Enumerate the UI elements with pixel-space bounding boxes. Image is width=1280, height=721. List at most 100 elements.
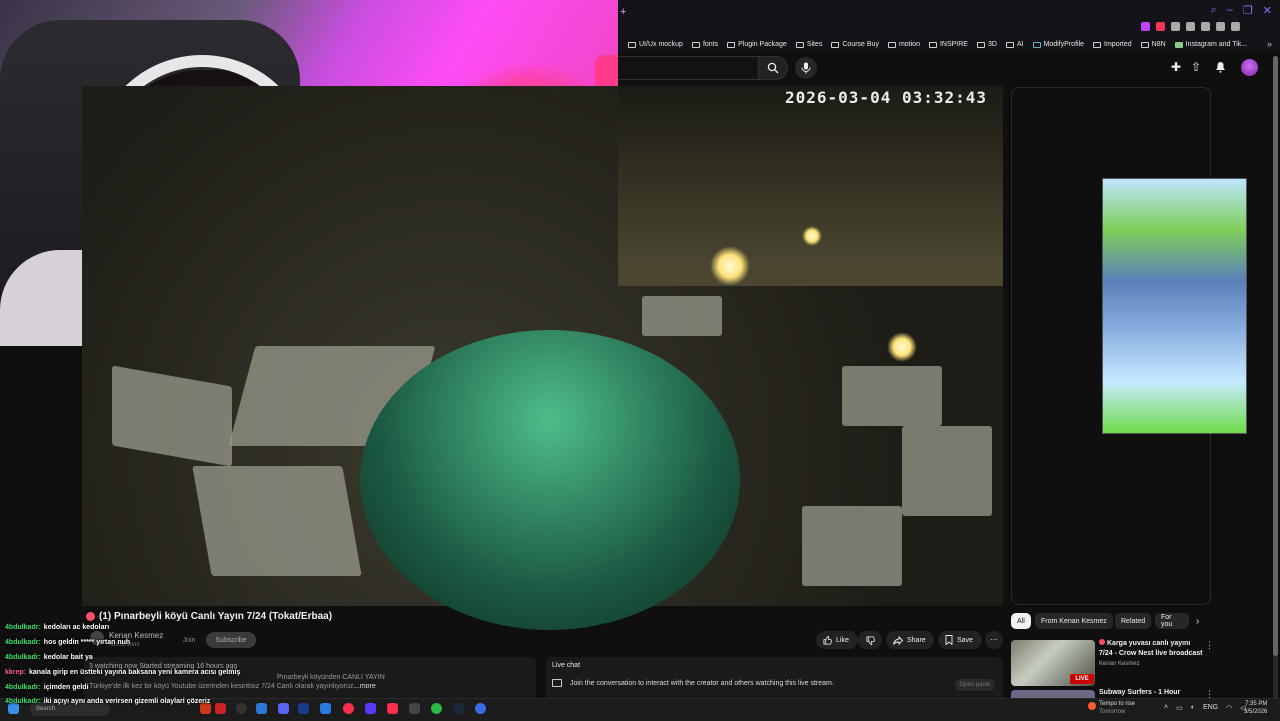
opera-icon[interactable]: [343, 703, 354, 714]
dislike-button[interactable]: [858, 631, 882, 649]
extension-icon[interactable]: [1141, 22, 1150, 31]
account-avatar[interactable]: [1241, 59, 1258, 76]
extension-icon[interactable]: [1186, 22, 1195, 31]
folder-icon: [1093, 41, 1102, 48]
description-line: Türkiye'de ilk kez bir köyü Youtube üzer…: [89, 683, 356, 690]
search-button[interactable]: [758, 56, 788, 80]
search-tabs-icon[interactable]: ⌕: [1211, 4, 1217, 17]
whatsapp-icon[interactable]: [431, 703, 442, 714]
site-icon: [1032, 41, 1041, 48]
description-line: Pınarbeyli köyünden CANLI YAYIN: [277, 674, 385, 681]
related-video-title[interactable]: Karga yuvası canlı yayını 7/24 - Crow Ne…: [1099, 639, 1203, 659]
app-icon[interactable]: [409, 703, 420, 714]
folder-icon: [928, 41, 937, 48]
join-button[interactable]: Join: [178, 633, 200, 647]
app-icon[interactable]: [215, 703, 226, 714]
new-tab-button[interactable]: +: [620, 6, 626, 18]
puzzle-icon[interactable]: [1201, 22, 1210, 31]
site-icon: [1174, 41, 1183, 48]
thumbs-down-icon: [865, 635, 875, 645]
upload-icon[interactable]: ⇧: [1189, 60, 1203, 74]
open-panel-button[interactable]: Open panel: [955, 679, 995, 691]
system-tray: ˄ ▭ ◐ ENG ◠ ◁: [1164, 704, 1246, 712]
related-video-channel[interactable]: Kenan Kesmez: [1099, 661, 1140, 667]
tray-icon[interactable]: ▭: [1176, 704, 1183, 712]
bookmark-modifyprofile[interactable]: ModifyProfile: [1032, 41, 1084, 48]
bookmark-imported[interactable]: Imported: [1093, 41, 1132, 48]
bookmark-course-buy[interactable]: Course Buy: [831, 41, 879, 48]
bookmark-uiux[interactable]: UI/Ux mockup: [628, 41, 683, 48]
chevron-right-icon[interactable]: ›: [1196, 616, 1199, 627]
system-clock[interactable]: 7:35 PM 3/5/2026: [1244, 700, 1267, 716]
extension-icon[interactable]: [1156, 22, 1165, 31]
video-title: (1) Pınarbeyli köyü Canlı Yayın 7/24 (To…: [86, 611, 332, 622]
app-icon[interactable]: [387, 703, 398, 714]
bookmark-ai[interactable]: AI: [1005, 41, 1024, 48]
app-icon[interactable]: [365, 703, 376, 714]
folder-icon: [1140, 41, 1149, 48]
weather-icon[interactable]: [1088, 702, 1096, 710]
bookmark-fonts[interactable]: fonts: [691, 41, 718, 48]
extension-icon[interactable]: [1171, 22, 1180, 31]
show-more-link[interactable]: ...more: [354, 683, 376, 690]
related-video-title[interactable]: Subway Surfers - 1 Hour: [1099, 689, 1180, 696]
chip-related[interactable]: Related: [1115, 613, 1152, 629]
close-icon[interactable]: ✕: [1263, 4, 1272, 17]
stream-chat-message: 4bdulkadr: iki açıyı aynı anda verirsen g…: [5, 698, 211, 705]
maximize-icon[interactable]: ❐: [1243, 4, 1253, 17]
folder-icon: [831, 41, 840, 48]
bookmark-3d[interactable]: 3D: [976, 41, 997, 48]
photoshop-icon[interactable]: [298, 703, 309, 714]
weather-widget[interactable]: Tempo to rise Tomorrow: [1099, 700, 1135, 716]
more-vert-icon[interactable]: ⋮: [1205, 640, 1214, 651]
notifications-icon[interactable]: [1213, 60, 1227, 74]
create-icon[interactable]: ✚: [1169, 60, 1183, 74]
bookmark-n8n[interactable]: N8N: [1140, 41, 1166, 48]
app-icon[interactable]: [256, 703, 267, 714]
bookmark-instagram-tiktok[interactable]: Instagram and Tik...: [1174, 41, 1247, 48]
folder-icon: [887, 41, 896, 48]
chip-from-channel[interactable]: From Kenan Kesmez: [1035, 613, 1113, 629]
more-bookmarks-icon[interactable]: »: [1267, 39, 1272, 49]
wifi-icon[interactable]: ◠: [1226, 704, 1232, 712]
chevron-up-icon[interactable]: ˄: [1164, 704, 1168, 712]
window-controls: ⌕ – ❐ ✕: [1211, 4, 1272, 17]
chip-all[interactable]: All: [1011, 613, 1031, 629]
app-icon[interactable]: [320, 703, 331, 714]
search-input[interactable]: [618, 56, 759, 80]
bookmark-motion[interactable]: motion: [887, 41, 920, 48]
steam-icon[interactable]: [453, 703, 464, 714]
like-button[interactable]: Like: [816, 631, 858, 649]
app-icon[interactable]: [475, 703, 486, 714]
folder-icon: [795, 41, 804, 48]
more-icon: ⋯: [990, 637, 998, 644]
chat-icon: [552, 679, 562, 687]
share-button[interactable]: Share: [886, 631, 934, 649]
language-indicator[interactable]: ENG: [1203, 704, 1218, 712]
minimize-icon[interactable]: –: [1227, 4, 1233, 17]
chrome-icon[interactable]: [236, 703, 247, 714]
short-video-thumbnail[interactable]: [1102, 178, 1247, 434]
download-icon[interactable]: [1216, 22, 1225, 31]
menu-icon[interactable]: [1231, 22, 1240, 31]
tray-icon[interactable]: ◐: [1191, 704, 1195, 712]
folder-icon: [976, 41, 985, 48]
folder-icon: [628, 41, 636, 48]
bookmark-icon: [945, 635, 953, 645]
scrollbar-thumb[interactable]: [1273, 56, 1278, 656]
live-dot-icon: [86, 612, 95, 621]
bookmark-plugin-package[interactable]: Plugin Package: [727, 41, 787, 48]
search-icon: [767, 62, 779, 74]
more-actions-button[interactable]: ⋯: [985, 631, 1003, 649]
microphone-icon: [801, 62, 811, 74]
subscribe-button[interactable]: Subscribe: [206, 632, 256, 648]
chip-for-you[interactable]: For you: [1155, 613, 1189, 629]
bookmark-sites[interactable]: Sites: [795, 41, 822, 48]
voice-search-button[interactable]: [795, 57, 817, 79]
discord-icon[interactable]: [278, 703, 289, 714]
live-chat-title: Live chat: [552, 662, 581, 669]
save-button[interactable]: Save: [938, 631, 982, 649]
live-chat-prompt: Join the conversation to interact with t…: [570, 680, 834, 687]
extension-icons: [1141, 22, 1240, 31]
bookmark-inspire[interactable]: INSPIRE: [928, 41, 968, 48]
